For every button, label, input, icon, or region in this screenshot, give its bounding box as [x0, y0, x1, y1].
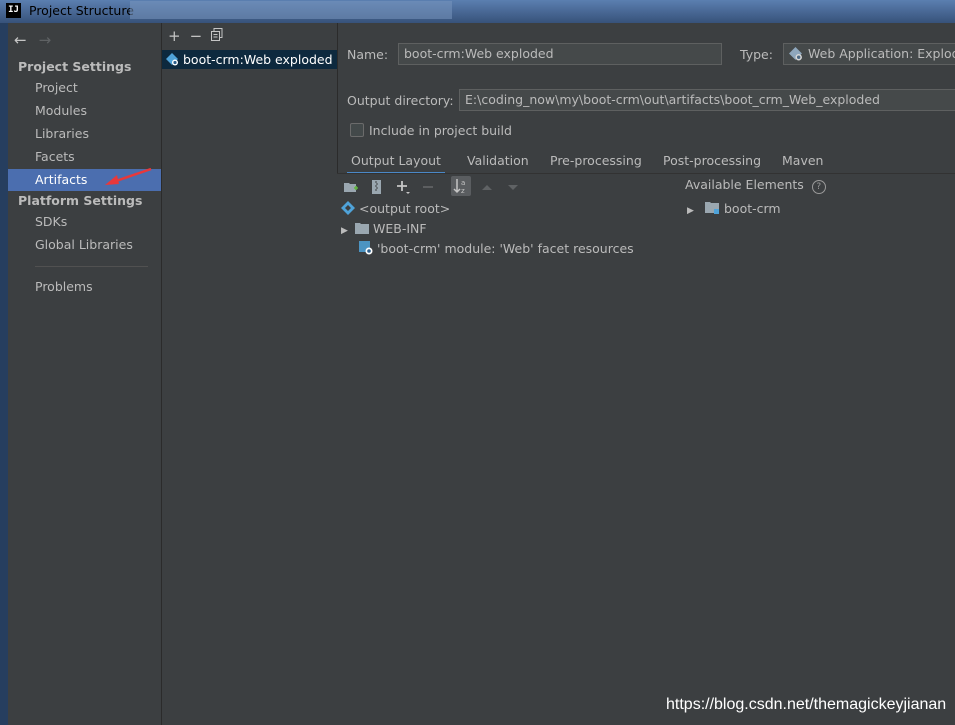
copy-artifact-icon[interactable]	[211, 27, 223, 45]
web-artifact-icon	[166, 52, 179, 66]
svg-text:a: a	[461, 179, 465, 187]
output-root-icon	[341, 201, 355, 215]
help-icon[interactable]: ?	[811, 180, 826, 194]
tree-row-label: WEB-INF	[373, 221, 427, 236]
sidebar-item-global-libraries[interactable]: Global Libraries	[8, 234, 161, 256]
window-title: Project Structure	[29, 3, 134, 18]
output-directory-label: Output directory:	[347, 93, 454, 108]
add-copy-icon[interactable]	[395, 179, 411, 195]
web-artifact-icon	[789, 47, 802, 61]
add-artifact-icon[interactable]: +	[168, 27, 181, 45]
include-in-build-checkbox[interactable]	[350, 123, 364, 137]
move-up-icon[interactable]	[479, 179, 495, 195]
available-elements-title: Available Elements	[685, 177, 804, 192]
remove-element-icon[interactable]	[421, 179, 437, 195]
available-elements-header: Available Elements ?	[685, 175, 826, 195]
folder-icon	[355, 223, 369, 234]
sidebar-item-facets[interactable]: Facets	[8, 146, 161, 168]
svg-text:z: z	[461, 187, 465, 195]
sort-alphabetically-icon: az	[453, 179, 465, 195]
sort-elements-toggle[interactable]: az	[451, 176, 471, 196]
tree-row-label: <output root>	[359, 201, 451, 216]
forward-arrow-icon[interactable]: →	[39, 31, 52, 49]
sidebar-item-modules[interactable]: Modules	[8, 100, 161, 122]
artifacts-list-pane: + − boot-crm:Web exploded	[162, 23, 338, 725]
nav-arrows: ← →	[14, 31, 51, 49]
red-annotation-arrow-icon	[105, 167, 152, 185]
artifact-type-select[interactable]: Web Application: Exploded	[783, 43, 955, 65]
move-down-icon[interactable]	[505, 179, 521, 195]
sidebar-divider	[35, 266, 148, 267]
available-element-label: boot-crm	[724, 201, 781, 216]
artifacts-list-toolbar: + −	[168, 27, 232, 45]
expand-arrow-icon[interactable]: ▶	[341, 221, 355, 241]
intellij-logo-icon: IJ	[6, 3, 21, 18]
remove-artifact-icon[interactable]: −	[190, 27, 203, 45]
settings-sidebar: ← → Project Settings Project Modules Libr…	[8, 23, 162, 725]
tree-row-label: 'boot-crm' module: 'Web' facet resources	[377, 241, 634, 256]
tree-row-output-root[interactable]: <output root>	[341, 199, 450, 219]
tab-maven[interactable]: Maven	[782, 150, 823, 172]
platform-settings-header: Platform Settings	[18, 193, 143, 208]
available-element-boot-crm[interactable]: ▶ boot-crm	[687, 199, 781, 219]
tab-validation[interactable]: Validation	[467, 150, 529, 172]
output-directory-field[interactable]: E:\coding_now\my\boot-crm\out\artifacts\…	[459, 89, 955, 111]
tab-pre-processing[interactable]: Pre-processing	[550, 150, 642, 172]
create-directory-icon[interactable]	[343, 179, 359, 195]
tree-row-web-inf[interactable]: ▶ WEB-INF	[341, 219, 427, 239]
tree-row-facet-resources[interactable]: 'boot-crm' module: 'Web' facet resources	[359, 239, 634, 259]
name-label: Name:	[347, 47, 389, 62]
web-facet-icon	[359, 241, 373, 255]
sidebar-item-libraries[interactable]: Libraries	[8, 123, 161, 145]
watermark-text: https://blog.csdn.net/themagickeyjianan	[666, 696, 947, 713]
artifact-list-item[interactable]: boot-crm:Web exploded	[162, 50, 337, 69]
window-frame-edge	[0, 23, 8, 725]
create-archive-icon[interactable]	[369, 179, 385, 195]
type-label: Type:	[740, 47, 773, 62]
tab-post-processing[interactable]: Post-processing	[663, 150, 761, 172]
sidebar-item-sdks[interactable]: SDKs	[8, 211, 161, 233]
project-settings-header: Project Settings	[18, 59, 132, 74]
sidebar-item-project[interactable]: Project	[8, 77, 161, 99]
artifact-list-item-label: boot-crm:Web exploded	[183, 52, 333, 67]
title-bar-background-text	[130, 1, 452, 19]
module-folder-icon	[705, 202, 719, 214]
expand-arrow-icon[interactable]: ▶	[687, 201, 705, 221]
window-title-bar[interactable]: IJ Project Structure	[0, 0, 955, 23]
include-in-build-label: Include in project build	[369, 123, 512, 138]
artifact-type-value: Web Application: Exploded	[808, 46, 955, 61]
artifact-config-pane: Name: boot-crm:Web exploded Type: Web Ap…	[337, 23, 955, 725]
back-arrow-icon[interactable]: ←	[14, 31, 27, 49]
output-layout-panel: az <output root> ▶ WEB-INF 'boot-crm' mod…	[337, 174, 955, 725]
sidebar-item-problems[interactable]: Problems	[8, 276, 161, 298]
tab-output-layout[interactable]: Output Layout	[347, 150, 445, 175]
artifact-name-field[interactable]: boot-crm:Web exploded	[398, 43, 722, 65]
